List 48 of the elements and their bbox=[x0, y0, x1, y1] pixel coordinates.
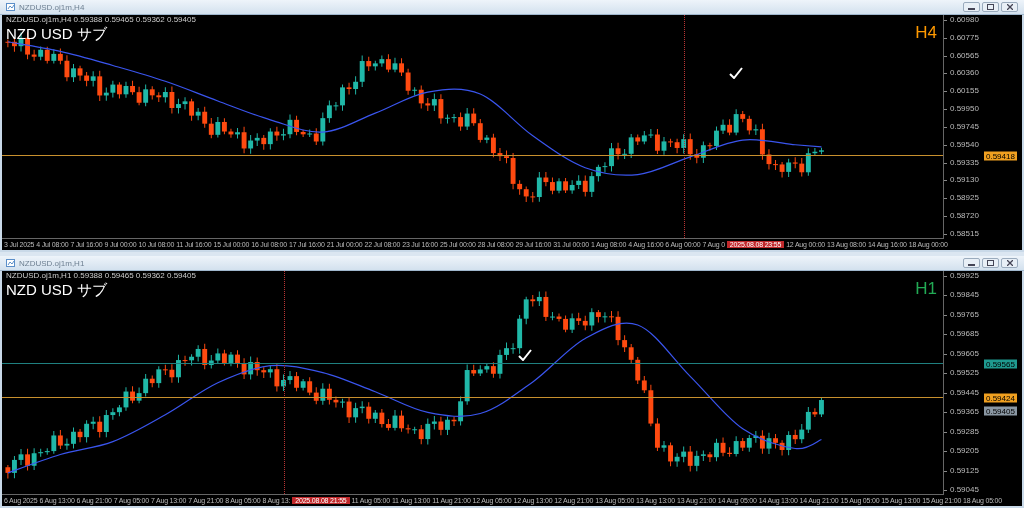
window-title: NZDUSD.oj1m,H1 bbox=[19, 258, 85, 268]
price-axis-label: 0.59745 bbox=[944, 121, 1022, 132]
maximize-icon bbox=[987, 4, 994, 10]
price-axis-label: 0.60360 bbox=[944, 68, 1022, 79]
price-axis-label: 0.59765 bbox=[944, 309, 1022, 320]
checkmark-icon bbox=[517, 349, 532, 362]
chart-window-icon bbox=[6, 259, 15, 267]
close-button[interactable] bbox=[1001, 258, 1018, 268]
chart-label: NZD USD サブ bbox=[6, 281, 107, 300]
close-icon bbox=[1006, 4, 1013, 10]
price-axis-label: 0.59925 bbox=[944, 271, 1022, 281]
price-axis-label: 0.59285 bbox=[944, 426, 1022, 437]
price-axis-label: 0.59540 bbox=[944, 139, 1022, 150]
price-axis-label: 0.59950 bbox=[944, 104, 1022, 115]
price-axis-label: 0.59045 bbox=[944, 485, 1022, 495]
price-tag: 0.59424 bbox=[984, 393, 1017, 403]
price-axis-label: 0.60155 bbox=[944, 86, 1022, 97]
price-axis-label: 0.58720 bbox=[944, 211, 1022, 222]
maximize-icon bbox=[987, 260, 994, 266]
close-button[interactable] bbox=[1001, 2, 1018, 12]
price-axis-label: 0.58925 bbox=[944, 193, 1022, 204]
price-axis-label: 0.60565 bbox=[944, 50, 1022, 61]
price-axis-label: 0.59845 bbox=[944, 290, 1022, 301]
minimize-button[interactable] bbox=[963, 2, 980, 12]
close-icon bbox=[1006, 260, 1013, 266]
timeframe-label: H4 bbox=[915, 23, 937, 43]
price-axis-label: 0.60775 bbox=[944, 32, 1022, 43]
price-axis-label: 0.59605 bbox=[944, 348, 1022, 359]
price-axis-label: 0.60980 bbox=[944, 15, 1022, 25]
chart-header: NZDUSD.oj1m,H4 0.59388 0.59465 0.59362 0.59405 bbox=[6, 15, 196, 24]
timeframe-label: H1 bbox=[915, 279, 937, 299]
price-tag: 0.59418 bbox=[984, 151, 1017, 161]
maximize-button[interactable] bbox=[982, 2, 999, 12]
price-axis-label: 0.59125 bbox=[944, 465, 1022, 476]
maximize-button[interactable] bbox=[982, 258, 999, 268]
minimize-button[interactable] bbox=[963, 258, 980, 268]
price-tag: 0.59565 bbox=[984, 359, 1017, 369]
price-axis-label: 0.58515 bbox=[944, 228, 1022, 239]
chart-label: NZD USD サブ bbox=[6, 25, 107, 44]
price-axis-label: 0.59130 bbox=[944, 175, 1022, 186]
price-axis-label: 0.59205 bbox=[944, 446, 1022, 457]
chart-window-icon bbox=[6, 3, 15, 11]
price-axis-label: 0.59525 bbox=[944, 368, 1022, 379]
price-axis-label: 0.59685 bbox=[944, 329, 1022, 340]
price-tag: 0.59405 bbox=[984, 406, 1017, 416]
chart-header: NZDUSD.oj1m,H1 0.59388 0.59465 0.59362 0.59405 bbox=[6, 271, 196, 280]
checkmark-icon bbox=[729, 67, 744, 80]
window-title: NZDUSD.oj1m,H4 bbox=[19, 2, 85, 12]
